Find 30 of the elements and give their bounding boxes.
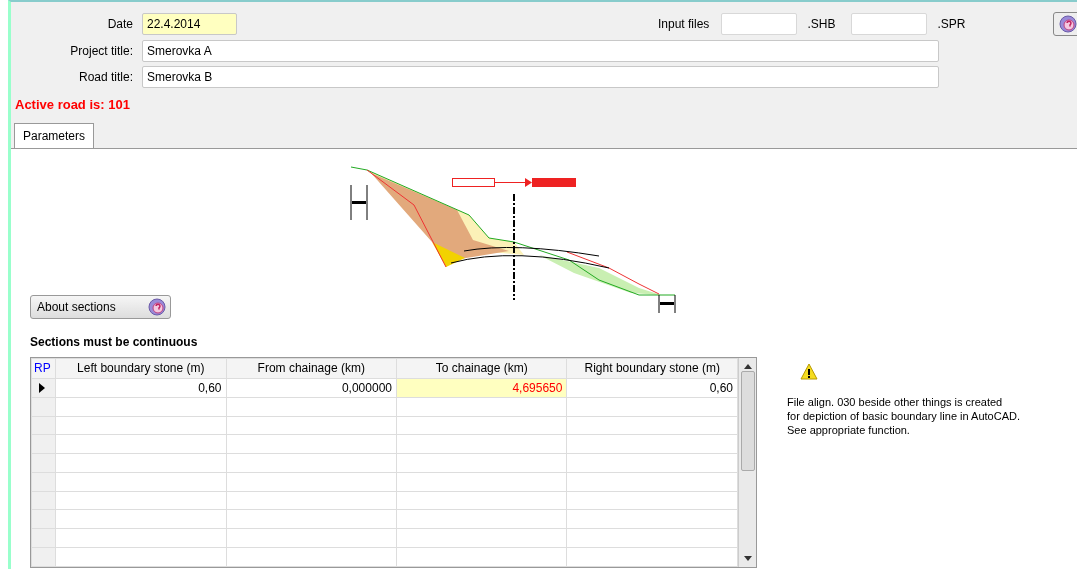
table-cell[interactable]: 0,60	[566, 378, 738, 398]
column-header: Left boundary stone (m)	[55, 358, 227, 379]
column-header: From chainage (km)	[226, 358, 397, 379]
help-icon	[1059, 15, 1077, 33]
table-cell[interactable]: 0,60	[55, 378, 227, 398]
notice-text: File align. 030 beside other things is created for depiction of basic boundary line in AutoCAD. See appropriate function.	[787, 394, 1020, 437]
tab[interactable]: Parameters	[14, 122, 95, 148]
file-input-field[interactable]	[851, 13, 928, 35]
warning-icon	[800, 362, 818, 381]
column-header: To chainage (km)	[396, 358, 567, 379]
about-sections-button[interactable]: About sections	[30, 294, 171, 319]
table-cell[interactable]: 0,000000	[226, 378, 397, 398]
section-title: Sections must be continuous	[30, 333, 199, 351]
help-icon	[148, 297, 166, 316]
file-extension-label: .SHB	[807, 16, 836, 33]
date-field[interactable]: 22.4.2014	[142, 13, 237, 35]
project-title-label: Project title:	[69, 43, 133, 60]
input-files-label: Input files	[658, 16, 710, 33]
date-label: Date	[106, 16, 133, 33]
road-title-label: Road title:	[77, 69, 133, 86]
column-header: Right boundary stone (m)	[566, 358, 738, 379]
corner-label: RP	[31, 358, 56, 379]
file-extension-label: .SPR	[937, 16, 966, 33]
file-input-field[interactable]	[721, 13, 798, 35]
active-road-text: Active road is: 101	[15, 96, 131, 114]
scroll-down-icon[interactable]	[743, 555, 752, 561]
scrollbar-thumb[interactable]	[740, 370, 755, 471]
project-title-field[interactable]: Smerovka A	[142, 40, 939, 62]
help-button[interactable]	[1053, 12, 1077, 36]
road-title-field[interactable]: Smerovka B	[142, 66, 939, 88]
